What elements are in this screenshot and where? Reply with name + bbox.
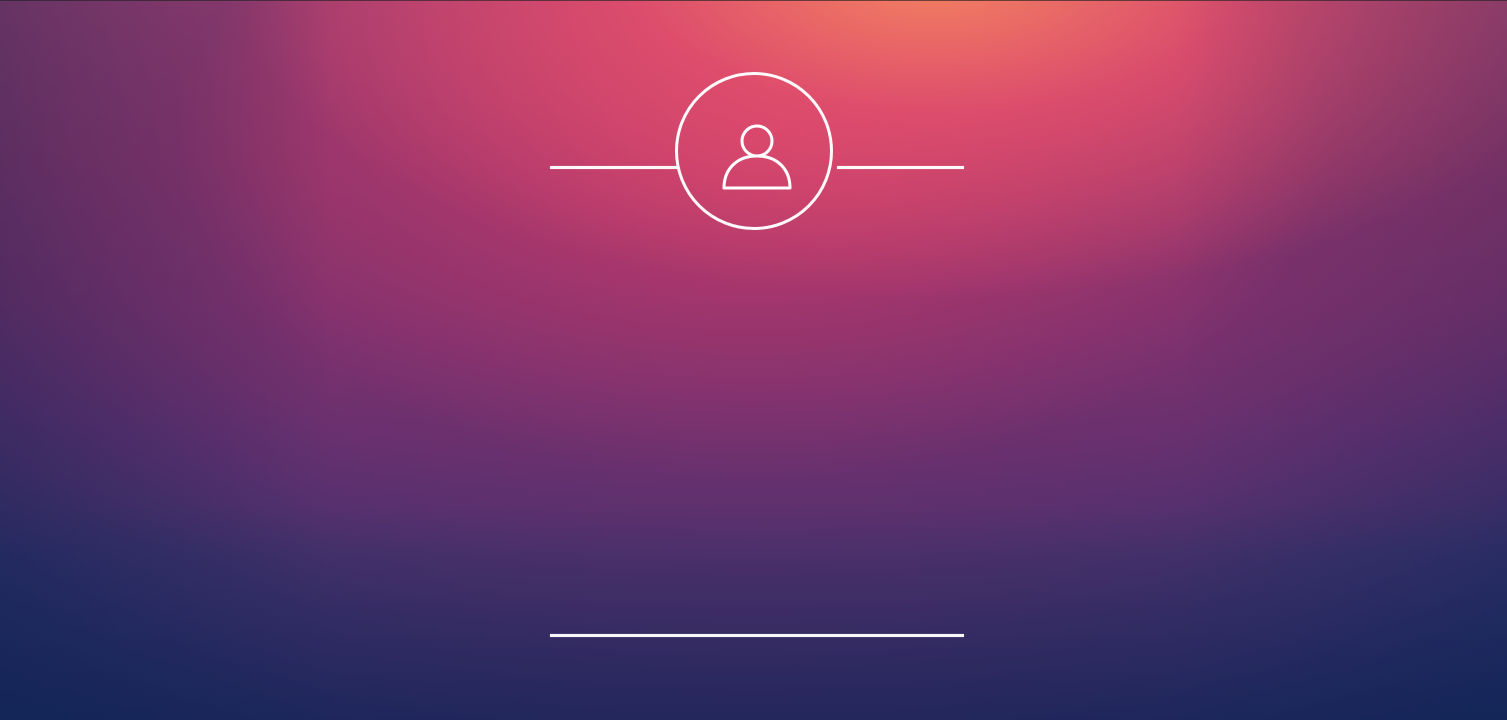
user-icon	[722, 124, 792, 190]
lock-screen	[0, 0, 1507, 720]
avatar[interactable]	[675, 72, 833, 230]
right-divider-line	[837, 166, 964, 169]
left-divider-line	[550, 166, 677, 169]
top-border	[0, 0, 1507, 1]
input-underline[interactable]	[550, 634, 964, 637]
avatar-row	[550, 72, 964, 236]
